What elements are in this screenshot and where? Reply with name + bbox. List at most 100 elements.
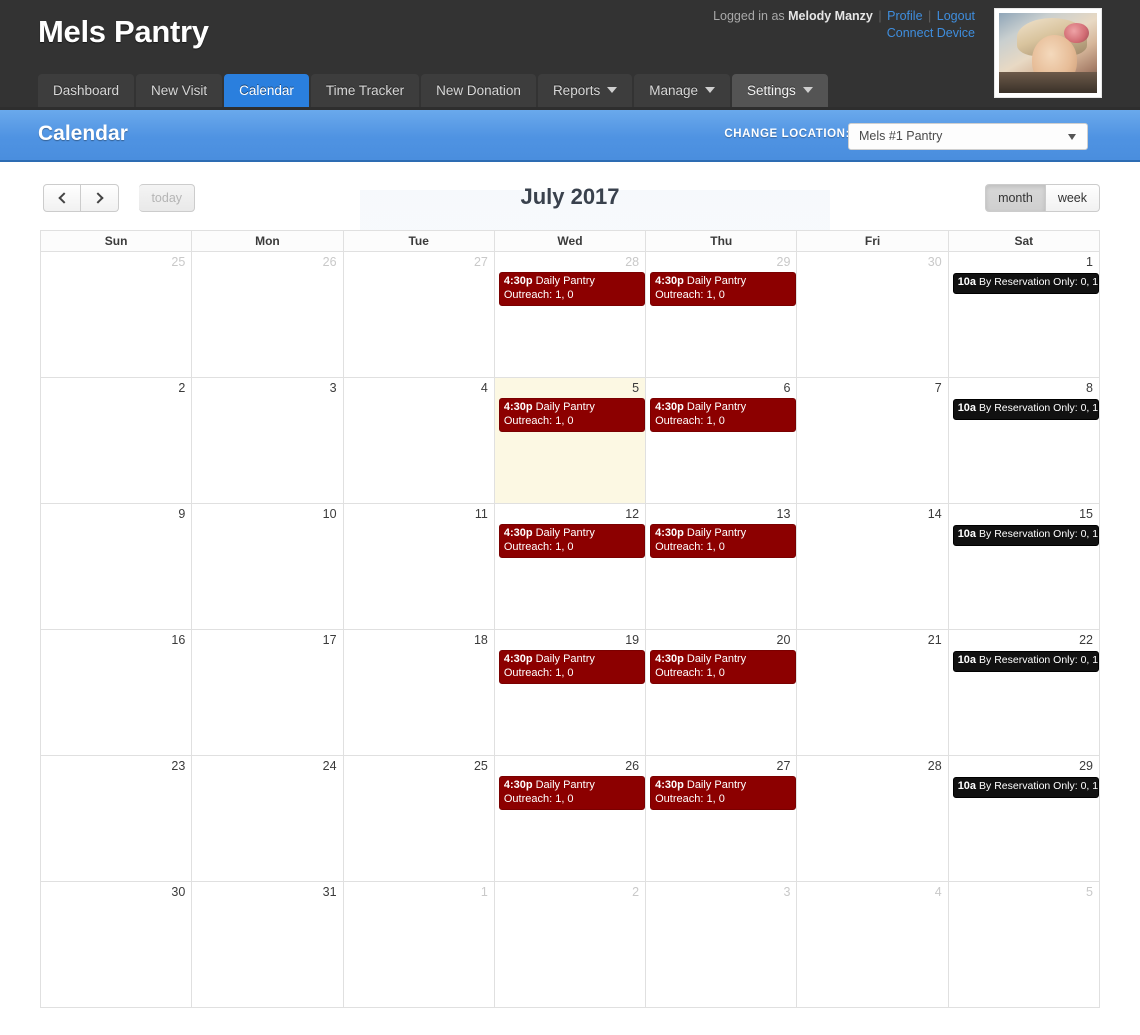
calendar-event-reservation[interactable]: 10a By Reservation Only: 0, 1 (952, 273, 1099, 294)
nav-tab-manage[interactable]: Manage (634, 74, 731, 107)
calendar-day-number[interactable]: 5 (949, 882, 1099, 901)
calendar-event-pantry[interactable]: 4:30p Daily Pantry Outreach: 1, 0 (650, 272, 797, 306)
view-week-button[interactable]: week (1045, 184, 1100, 212)
calendar-day-number[interactable]: 17 (192, 630, 342, 649)
calendar-day-cell[interactable]: 22 10a By Reservation Only: 0, 1 (947, 629, 1101, 756)
calendar-event-pantry[interactable]: 4:30p Daily Pantry Outreach: 1, 0 (498, 524, 645, 558)
calendar-day-cell[interactable]: 28 (796, 755, 949, 882)
calendar-day-number[interactable]: 4 (797, 882, 947, 901)
calendar-day-cell[interactable]: 7 (796, 377, 949, 504)
calendar-event-pantry[interactable]: 4:30p Daily Pantry Outreach: 1, 0 (650, 398, 797, 432)
calendar-day-cell[interactable]: 4 (342, 377, 495, 504)
calendar-day-cell[interactable]: 23 (39, 755, 193, 882)
calendar-day-number[interactable]: 13 (646, 504, 796, 523)
calendar-day-number[interactable]: 3 (646, 882, 796, 901)
calendar-event-pantry[interactable]: 4:30p Daily Pantry Outreach: 1, 0 (650, 776, 797, 810)
location-select[interactable]: Mels #1 Pantry (848, 123, 1088, 150)
calendar-day-cell[interactable]: 26 4:30p Daily Pantry Outreach: 1, 0 (493, 755, 647, 882)
calendar-day-cell[interactable]: 3 (645, 881, 798, 1008)
calendar-event-pantry[interactable]: 4:30p Daily Pantry Outreach: 1, 0 (498, 398, 645, 432)
calendar-event-reservation[interactable]: 10a By Reservation Only: 0, 1 (952, 525, 1099, 546)
calendar-day-cell[interactable]: 13 4:30p Daily Pantry Outreach: 1, 0 (645, 503, 798, 630)
calendar-day-cell[interactable]: 30 (796, 251, 949, 378)
calendar-event-pantry[interactable]: 4:30p Daily Pantry Outreach: 1, 0 (498, 272, 645, 306)
calendar-day-cell[interactable]: 8 10a By Reservation Only: 0, 1 (947, 377, 1101, 504)
calendar-day-number[interactable]: 31 (192, 882, 342, 901)
calendar-day-cell[interactable]: 9 (39, 503, 193, 630)
calendar-day-number[interactable]: 27 (646, 756, 796, 775)
profile-link[interactable]: Profile (887, 9, 922, 23)
calendar-day-number[interactable]: 10 (192, 504, 342, 523)
calendar-day-cell[interactable]: 14 (796, 503, 949, 630)
calendar-day-number[interactable]: 1 (949, 252, 1099, 271)
calendar-day-number[interactable]: 22 (949, 630, 1099, 649)
calendar-day-number[interactable]: 7 (797, 378, 947, 397)
calendar-day-cell[interactable]: 28 4:30p Daily Pantry Outreach: 1, 0 (493, 251, 647, 378)
calendar-day-number[interactable]: 30 (797, 252, 947, 271)
calendar-event-reservation[interactable]: 10a By Reservation Only: 0, 1 (952, 777, 1099, 798)
nav-tab-dashboard[interactable]: Dashboard (38, 74, 135, 107)
calendar-day-cell[interactable]: 12 4:30p Daily Pantry Outreach: 1, 0 (493, 503, 647, 630)
calendar-day-number[interactable]: 2 (41, 378, 191, 397)
logout-link[interactable]: Logout (937, 9, 975, 23)
calendar-day-number[interactable]: 20 (646, 630, 796, 649)
calendar-day-cell[interactable]: 2 (493, 881, 647, 1008)
calendar-event-pantry[interactable]: 4:30p Daily Pantry Outreach: 1, 0 (650, 650, 797, 684)
calendar-day-number[interactable]: 2 (495, 882, 645, 901)
calendar-day-cell[interactable]: 18 (342, 629, 495, 756)
calendar-day-number[interactable]: 6 (646, 378, 796, 397)
calendar-day-cell[interactable]: 20 4:30p Daily Pantry Outreach: 1, 0 (645, 629, 798, 756)
calendar-day-number[interactable]: 3 (192, 378, 342, 397)
calendar-day-number[interactable]: 11 (344, 504, 494, 523)
nav-tab-reports[interactable]: Reports (537, 74, 633, 107)
calendar-day-number[interactable]: 4 (344, 378, 494, 397)
calendar-day-number[interactable]: 21 (797, 630, 947, 649)
calendar-day-cell[interactable]: 1 10a By Reservation Only: 0, 1 (947, 251, 1101, 378)
calendar-day-cell[interactable]: 21 (796, 629, 949, 756)
calendar-day-number[interactable]: 25 (41, 252, 191, 271)
calendar-day-number[interactable]: 25 (344, 756, 494, 775)
calendar-day-cell[interactable]: 26 (191, 251, 344, 378)
calendar-day-number[interactable]: 8 (949, 378, 1099, 397)
nav-tab-settings[interactable]: Settings (732, 74, 828, 107)
calendar-day-cell[interactable]: 19 4:30p Daily Pantry Outreach: 1, 0 (493, 629, 647, 756)
calendar-day-cell[interactable]: 1 (342, 881, 495, 1008)
calendar-day-number[interactable]: 9 (41, 504, 191, 523)
calendar-event-reservation[interactable]: 10a By Reservation Only: 0, 1 (952, 399, 1099, 420)
calendar-day-number[interactable]: 18 (344, 630, 494, 649)
nav-tab-time-tracker[interactable]: Time Tracker (310, 74, 420, 107)
calendar-event-pantry[interactable]: 4:30p Daily Pantry Outreach: 1, 0 (498, 776, 645, 810)
calendar-day-cell[interactable]: 11 (342, 503, 495, 630)
calendar-day-cell[interactable]: 29 10a By Reservation Only: 0, 1 (947, 755, 1101, 882)
calendar-day-cell[interactable]: 27 (342, 251, 495, 378)
calendar-day-cell[interactable]: 5 4:30p Daily Pantry Outreach: 1, 0 (493, 377, 647, 504)
calendar-day-number[interactable]: 26 (192, 252, 342, 271)
calendar-day-cell[interactable]: 31 (191, 881, 344, 1008)
nav-tab-new-visit[interactable]: New Visit (136, 74, 223, 107)
calendar-day-number[interactable]: 16 (41, 630, 191, 649)
calendar-day-number[interactable]: 28 (495, 252, 645, 271)
view-month-button[interactable]: month (985, 184, 1046, 212)
calendar-day-cell[interactable]: 25 (342, 755, 495, 882)
connect-device-link[interactable]: Connect Device (887, 26, 975, 40)
calendar-day-cell[interactable]: 3 (191, 377, 344, 504)
avatar[interactable] (994, 8, 1102, 98)
calendar-day-number[interactable]: 14 (797, 504, 947, 523)
nav-tab-calendar[interactable]: Calendar (224, 74, 309, 107)
calendar-day-cell[interactable]: 15 10a By Reservation Only: 0, 1 (947, 503, 1101, 630)
calendar-day-number[interactable]: 24 (192, 756, 342, 775)
calendar-day-cell[interactable]: 2 (39, 377, 193, 504)
calendar-event-pantry[interactable]: 4:30p Daily Pantry Outreach: 1, 0 (650, 524, 797, 558)
calendar-day-cell[interactable]: 30 (39, 881, 193, 1008)
calendar-day-cell[interactable]: 29 4:30p Daily Pantry Outreach: 1, 0 (645, 251, 798, 378)
calendar-day-number[interactable]: 15 (949, 504, 1099, 523)
calendar-day-number[interactable]: 19 (495, 630, 645, 649)
calendar-day-number[interactable]: 12 (495, 504, 645, 523)
calendar-day-number[interactable]: 26 (495, 756, 645, 775)
calendar-event-reservation[interactable]: 10a By Reservation Only: 0, 1 (952, 651, 1099, 672)
calendar-day-cell[interactable]: 6 4:30p Daily Pantry Outreach: 1, 0 (645, 377, 798, 504)
calendar-day-number[interactable]: 27 (344, 252, 494, 271)
calendar-day-cell[interactable]: 24 (191, 755, 344, 882)
calendar-day-number[interactable]: 23 (41, 756, 191, 775)
calendar-event-pantry[interactable]: 4:30p Daily Pantry Outreach: 1, 0 (498, 650, 645, 684)
